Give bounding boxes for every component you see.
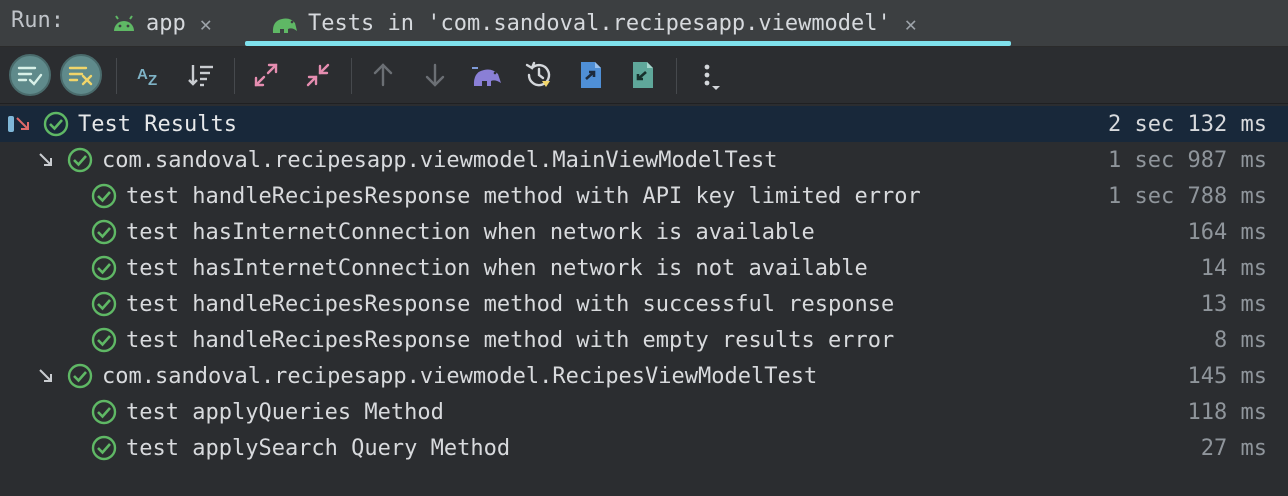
toolbar-separator	[234, 58, 235, 94]
test-time: 13 ms	[1200, 291, 1267, 317]
show-ignored-icon[interactable]	[60, 54, 102, 96]
passed-check-icon	[91, 327, 117, 353]
passed-check-icon	[67, 147, 93, 173]
close-icon[interactable]: ✕	[200, 12, 212, 36]
passed-check-icon	[91, 255, 117, 281]
import-tests-icon[interactable]	[466, 54, 508, 96]
sort-by-duration-icon[interactable]	[180, 54, 222, 96]
passed-check-icon	[91, 183, 117, 209]
more-options-icon[interactable]	[690, 54, 732, 96]
import-results-icon[interactable]	[622, 54, 664, 96]
tree-suite-mainviewmodeltest[interactable]: com.sandoval.recipesapp.viewmodel.MainVi…	[0, 142, 1288, 178]
suite-label: com.sandoval.recipesapp.viewmodel.Recipe…	[102, 363, 818, 389]
android-test-icon	[270, 13, 298, 35]
run-label: Run:	[11, 8, 64, 33]
tree-root-test-results[interactable]: Test Results 2 sec 132 ms	[0, 106, 1288, 142]
toolbar-separator	[676, 58, 677, 94]
test-history-icon[interactable]	[518, 54, 560, 96]
test-runner-toolbar: A Z	[0, 48, 1288, 104]
tree-test-item[interactable]: test hasInternetConnection when network …	[0, 250, 1288, 286]
run-tool-window-header: Run: app ✕ Tests in 'com.sandoval.recipe…	[0, 0, 1288, 47]
export-results-icon[interactable]	[570, 54, 612, 96]
passed-check-icon	[67, 363, 93, 389]
suite-time: 145 ms	[1187, 363, 1267, 389]
expand-all-icon[interactable]	[245, 54, 287, 96]
tree-test-item[interactable]: test hasInternetConnection when network …	[0, 214, 1288, 250]
test-time: 27 ms	[1200, 435, 1267, 461]
tree-test-item[interactable]: test applySearch Query Method 27 ms	[0, 430, 1288, 466]
passed-check-icon	[91, 291, 117, 317]
active-tab-indicator	[245, 41, 1011, 46]
tab-app-label: app	[146, 11, 186, 36]
close-icon[interactable]: ✕	[905, 12, 917, 36]
show-passed-icon[interactable]	[9, 54, 51, 96]
toolbar-separator	[351, 58, 352, 94]
tree-test-item[interactable]: test applyQueries Method 118 ms	[0, 394, 1288, 430]
toolbar-separator	[116, 58, 117, 94]
tab-tests[interactable]: Tests in 'com.sandoval.recipesapp.viewmo…	[270, 0, 917, 47]
tab-app[interactable]: app ✕	[112, 0, 212, 47]
next-failed-icon[interactable]	[414, 54, 456, 96]
sort-alphabetically-icon[interactable]: A Z	[128, 54, 170, 96]
passed-check-icon	[91, 399, 117, 425]
test-label: test handleRecipesResponse method with s…	[126, 291, 895, 317]
test-time: 1 sec 788 ms	[1108, 183, 1267, 209]
svg-text:A: A	[137, 66, 148, 83]
selection-marker	[8, 116, 14, 132]
tree-root-time: 2 sec 132 ms	[1108, 111, 1267, 137]
test-label: test applySearch Query Method	[126, 435, 511, 461]
passed-check-icon	[91, 219, 117, 245]
android-icon	[112, 14, 136, 33]
passed-check-icon	[43, 111, 69, 137]
passed-check-icon	[91, 435, 117, 461]
previous-failed-icon[interactable]	[362, 54, 404, 96]
tab-tests-label: Tests in 'com.sandoval.recipesapp.viewmo…	[308, 11, 891, 36]
expanded-arrow-icon[interactable]	[38, 368, 54, 384]
test-time: 8 ms	[1214, 327, 1267, 353]
test-label: test handleRecipesResponse method with A…	[126, 183, 921, 209]
tree-test-item[interactable]: test handleRecipesResponse method with A…	[0, 178, 1288, 214]
test-time: 14 ms	[1200, 255, 1267, 281]
tree-root-label: Test Results	[78, 111, 237, 137]
test-label: test hasInternetConnection when network …	[126, 219, 815, 245]
expanded-arrow-icon[interactable]	[38, 152, 54, 168]
test-time: 118 ms	[1187, 399, 1267, 425]
test-label: test applyQueries Method	[126, 399, 444, 425]
tree-suite-recipesviewmodeltest[interactable]: com.sandoval.recipesapp.viewmodel.Recipe…	[0, 358, 1288, 394]
collapse-all-icon[interactable]	[297, 54, 339, 96]
tree-test-item[interactable]: test handleRecipesResponse method with s…	[0, 286, 1288, 322]
expanded-arrow-icon[interactable]	[15, 116, 31, 132]
test-time: 164 ms	[1187, 219, 1267, 245]
svg-text:Z: Z	[148, 72, 157, 89]
test-label: test hasInternetConnection when network …	[126, 255, 868, 281]
suite-label: com.sandoval.recipesapp.viewmodel.MainVi…	[102, 147, 778, 173]
suite-time: 1 sec 987 ms	[1108, 147, 1267, 173]
tree-test-item[interactable]: test handleRecipesResponse method with e…	[0, 322, 1288, 358]
test-label: test handleRecipesResponse method with e…	[126, 327, 895, 353]
